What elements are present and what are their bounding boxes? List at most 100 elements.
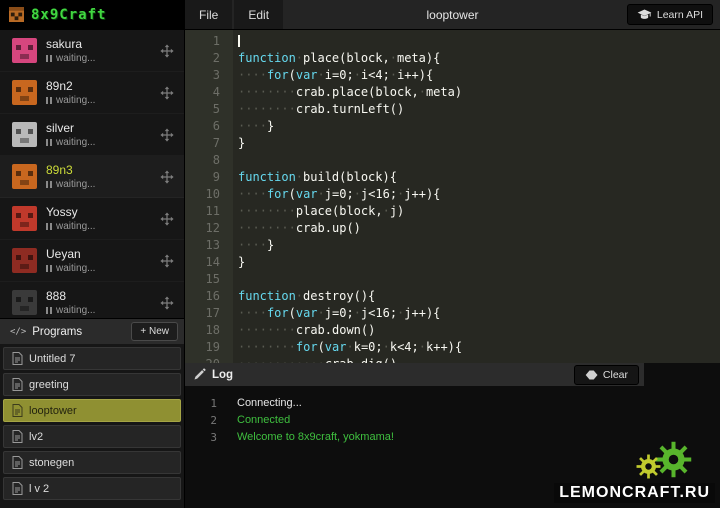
player-status: waiting...	[46, 263, 151, 274]
script-file-icon	[12, 378, 23, 391]
player-row[interactable]: 888 waiting...	[0, 282, 184, 318]
program-name: l v 2	[29, 483, 49, 495]
move-icon[interactable]	[160, 44, 174, 58]
code-line: 11 ········place(block,·j)	[185, 203, 720, 220]
line-number: 20	[185, 356, 233, 363]
menu-file[interactable]: File	[185, 0, 232, 29]
program-item[interactable]: looptower	[3, 399, 181, 422]
program-item[interactable]: l v 2	[3, 477, 181, 500]
log-row: 2 Connected	[185, 412, 720, 429]
move-icon[interactable]	[160, 212, 174, 226]
code-brackets-icon: </>	[10, 327, 26, 337]
player-info: 89n3 waiting...	[46, 163, 151, 190]
log-title: Log	[212, 369, 233, 381]
code-text: ····for(var·j=0;·j<16;·j++){	[233, 305, 440, 322]
player-status: waiting...	[46, 95, 151, 106]
player-status-text: waiting...	[56, 179, 95, 190]
menu-edit[interactable]: Edit	[234, 0, 283, 29]
player-row[interactable]: Yossy waiting...	[0, 198, 184, 240]
player-row[interactable]: 89n2 waiting...	[0, 72, 184, 114]
code-line: 6 ····}	[185, 118, 720, 135]
player-name: 89n2	[46, 79, 151, 93]
move-icon[interactable]	[160, 296, 174, 310]
player-avatar	[12, 248, 37, 273]
program-name: Untitled 7	[29, 353, 75, 365]
player-row[interactable]: 89n3 waiting...	[0, 156, 184, 198]
program-item[interactable]: greeting	[3, 373, 181, 396]
player-name: sakura	[46, 37, 151, 51]
player-info: silver waiting...	[46, 121, 151, 148]
move-icon[interactable]	[160, 128, 174, 142]
logo-text: 8x9Craft	[31, 7, 106, 23]
move-icon[interactable]	[160, 170, 174, 184]
log-header: Log Clear	[185, 363, 644, 386]
line-number: 7	[185, 135, 233, 152]
player-info: 888 waiting...	[46, 289, 151, 316]
line-number: 8	[185, 152, 233, 169]
program-name: greeting	[29, 379, 69, 391]
code-line: 18 ········crab.down()	[185, 322, 720, 339]
script-file-icon	[12, 352, 23, 365]
script-file-icon	[12, 430, 23, 443]
code-line: 3 ····for(var·i=0;·i<4;·i++){	[185, 67, 720, 84]
move-icon[interactable]	[160, 254, 174, 268]
app-window: 8x9Craft File Edit looptower Learn API s…	[0, 0, 720, 508]
player-info: Yossy waiting...	[46, 205, 151, 232]
player-status-text: waiting...	[56, 53, 95, 64]
clear-label: Clear	[603, 369, 628, 381]
player-avatar	[12, 164, 37, 189]
program-name: looptower	[29, 405, 77, 417]
line-number: 14	[185, 254, 233, 271]
log-line-text: Connecting...	[229, 395, 302, 412]
code-line: 8	[185, 152, 720, 169]
program-item[interactable]: lv2	[3, 425, 181, 448]
programs-header: </> Programs + New	[0, 318, 184, 344]
move-icon[interactable]	[160, 86, 174, 100]
line-number: 5	[185, 101, 233, 118]
program-item[interactable]: Untitled 7	[3, 347, 181, 370]
code-line: 7 }	[185, 135, 720, 152]
player-avatar	[12, 290, 37, 315]
clear-log-button[interactable]: Clear	[574, 365, 639, 385]
player-status: waiting...	[46, 221, 151, 232]
line-number: 3	[185, 67, 233, 84]
code-line: 9 function·build(block){	[185, 169, 720, 186]
code-line: 1	[185, 33, 720, 50]
line-number: 13	[185, 237, 233, 254]
code-line: 17 ····for(var·j=0;·j<16;·j++){	[185, 305, 720, 322]
pause-icon	[46, 139, 52, 146]
player-status: waiting...	[46, 53, 151, 64]
code-editor[interactable]: 1 2 function·place(block,·meta){ 3 ····f…	[185, 30, 720, 363]
log-row: 3 Welcome to 8x9craft, yokmama!	[185, 429, 720, 446]
player-info: 89n2 waiting...	[46, 79, 151, 106]
program-name: stonegen	[29, 457, 74, 469]
top-bar: 8x9Craft File Edit looptower Learn API	[0, 0, 720, 30]
pencil-log-icon	[193, 368, 206, 381]
player-status-text: waiting...	[56, 305, 95, 316]
code-line: 2 function·place(block,·meta){	[185, 50, 720, 67]
code-text: ····for(var·j=0;·j<16;·j++){	[233, 186, 440, 203]
code-line: 14 }	[185, 254, 720, 271]
code-text: ········crab.turnLeft()	[233, 101, 404, 118]
pause-icon	[46, 307, 52, 314]
player-avatar	[12, 206, 37, 231]
line-number: 2	[185, 50, 233, 67]
learn-api-button[interactable]: Learn API	[627, 4, 713, 25]
player-row[interactable]: Ueyan waiting...	[0, 240, 184, 282]
code-text: ····}	[233, 118, 274, 135]
new-program-button[interactable]: + New	[131, 322, 178, 341]
player-row[interactable]: silver waiting...	[0, 114, 184, 156]
player-name: Ueyan	[46, 247, 151, 261]
player-info: sakura waiting...	[46, 37, 151, 64]
code-line: 12 ········crab.up()	[185, 220, 720, 237]
player-row[interactable]: sakura waiting...	[0, 30, 184, 72]
player-name: 89n3	[46, 163, 151, 177]
code-text: ········crab.up()	[233, 220, 361, 237]
code-text: ············crab.dig()	[233, 356, 397, 363]
program-item[interactable]: stonegen	[3, 451, 181, 474]
player-status-text: waiting...	[56, 263, 95, 274]
code-text: function·place(block,·meta){	[233, 50, 440, 67]
program-list: Untitled 7 greeting looptower lv2 stoneg…	[0, 344, 184, 508]
code-line: 16 function·destroy(){	[185, 288, 720, 305]
code-text: ····for(var·i=0;·i<4;·i++){	[233, 67, 433, 84]
